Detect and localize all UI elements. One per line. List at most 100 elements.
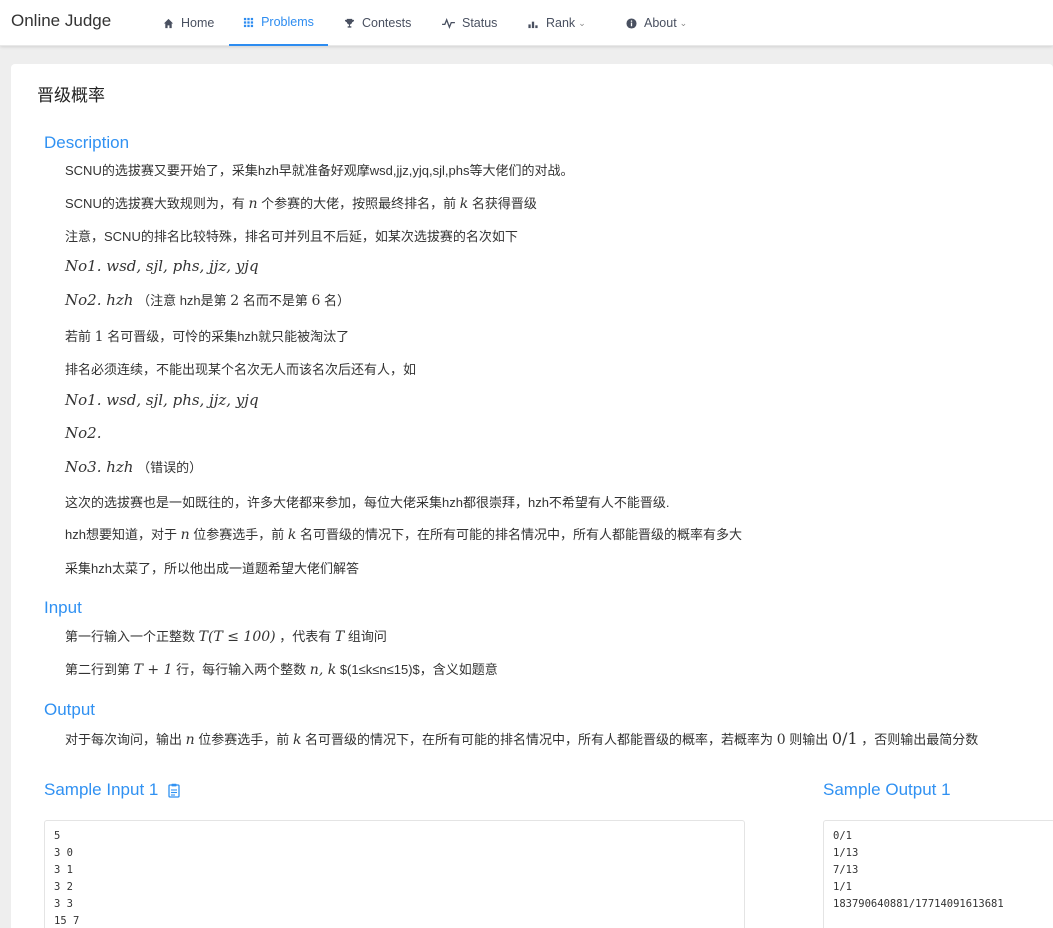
nav-rank[interactable]: Rank ⌄ <box>527 0 586 46</box>
pulse-icon <box>442 17 455 29</box>
sample-output-title: Sample Output 1 <box>823 780 951 799</box>
math-expr: 0/1 <box>831 729 858 748</box>
text-span: 名可晋级，可怜的采集hzh就只能被淘汰了 <box>107 329 350 344</box>
description-paragraph: 这次的选拔赛也是一如既往的，许多大佬都来参加，每位大佬采集hzh都很崇拜，hzh… <box>65 495 670 510</box>
home-icon <box>163 18 174 28</box>
sample-line: 3 0 <box>54 847 73 859</box>
text-span: 行，每行输入两个整数 <box>176 662 307 677</box>
info-icon <box>626 17 637 29</box>
text-span: （错误的） <box>137 460 203 475</box>
nav-contests[interactable]: Contests <box>344 0 411 46</box>
description-paragraph: No2. hzh （注意 hzh是第 2 名而不是第 6 名） <box>65 290 350 309</box>
text-span: 名而不是第 <box>242 293 308 308</box>
math-line: No2. <box>65 424 102 442</box>
nav-home-label: Home <box>181 16 215 30</box>
chevron-down-icon: ⌄ <box>578 17 586 28</box>
problem-title: 晋级概率 <box>37 86 105 105</box>
bar-chart-icon <box>528 21 538 28</box>
description-paragraph: 采集hzh太菜了，所以他出成一道题希望大佬们解答 <box>65 561 359 576</box>
text-span: 名可晋级的情况下，在所有可能的排名情况中，所有人都能晋级的概率有多大 <box>300 527 743 542</box>
math-num: 2 <box>230 293 240 309</box>
input-heading: Input <box>44 598 82 617</box>
description-heading: Description <box>44 133 130 152</box>
sample-line: 3 2 <box>54 881 73 893</box>
math-line: No2. hzh <box>65 291 134 309</box>
nav-status-label: Status <box>462 16 498 30</box>
text-span: SCNU的选拔赛大致规则为，有 <box>65 196 245 211</box>
text-span: ，否则输出最简分数 <box>861 732 979 747</box>
math-expr: n, k <box>309 662 337 678</box>
trophy-icon <box>344 18 355 28</box>
math-var: T <box>334 629 345 645</box>
sample-line: 5 <box>54 830 61 842</box>
description-paragraph: No3. hzh （错误的） <box>65 457 202 476</box>
math-expr: T + 1 <box>133 662 173 678</box>
text-span: 若前 <box>65 329 92 344</box>
sample-output-heading: Sample Output 1 <box>823 780 951 800</box>
sample-input-heading: Sample Input 1 <box>44 780 181 800</box>
description-paragraph: 注意，SCNU的排名比较特殊，排名可并列且不后延，如某次选拔赛的名次如下 <box>65 229 518 244</box>
text-span: ，代表有 <box>279 629 332 644</box>
clipboard-icon[interactable] <box>168 783 181 798</box>
text-span: 名获得晋级 <box>471 196 537 211</box>
text-span: 第一行输入一个正整数 <box>65 629 196 644</box>
nav-problems[interactable]: Problems <box>229 0 328 46</box>
sample-line: 183790640881/17714091613681 <box>833 898 1004 910</box>
text-span: hzh想要知道，对于 <box>65 527 177 542</box>
description-paragraph: SCNU的选拔赛又要开始了，采集hzh早就准备好观摩wsd,jjz,yjq,sj… <box>65 163 574 178</box>
text-span: 名可晋级的情况下，在所有可能的排名情况中，所有人都能晋级的概率，若概率为 <box>305 732 774 747</box>
text-span: 个参赛的大佬，按照最终排名，前 <box>261 196 457 211</box>
math-line: No1. wsd, sjl, phs, jjz, yjq <box>65 257 259 275</box>
chevron-down-icon: ⌄ <box>679 17 688 28</box>
site-logo[interactable]: Online Judge <box>11 11 111 31</box>
sample-line: 15 7 <box>54 915 80 927</box>
top-navbar: Online Judge Home Problems Contests Stat… <box>0 0 1053 46</box>
sample-line: 0/1 <box>833 830 852 842</box>
description-paragraph: 若前 1 名可晋级，可怜的采集hzh就只能被淘汰了 <box>65 326 349 345</box>
math-line: No3. hzh <box>65 458 134 476</box>
math-num: 6 <box>311 293 321 309</box>
math-var: n <box>248 196 258 212</box>
output-heading: Output <box>44 700 96 719</box>
sample-input-box[interactable]: 5 3 0 3 1 3 2 3 3 15 7 <box>44 820 745 928</box>
nav-about-label: About <box>644 16 677 30</box>
text-span: 组询问 <box>347 629 387 644</box>
text-span: 位参赛选手，前 <box>193 527 285 542</box>
nav-home[interactable]: Home <box>163 0 214 46</box>
problem-card: 晋级概率 Description SCNU的选拔赛又要开始了，采集hzh早就准备… <box>11 64 1053 928</box>
text-span: 对于每次询问，输出 <box>65 732 183 747</box>
sample-output-box[interactable]: 0/1 1/13 7/13 1/1 183790640881/177140916… <box>823 820 1053 928</box>
nav-contests-label: Contests <box>362 16 412 30</box>
output-paragraph: 对于每次询问，输出 n 位参赛选手，前 k 名可晋级的情况下，在所有可能的排名情… <box>65 729 978 748</box>
math-num: 0 <box>776 732 786 748</box>
nav-rank-label: Rank <box>546 16 576 30</box>
description-paragraph: 排名必须连续，不能出现某个名次无人而该名次后还有人，如 <box>65 362 417 377</box>
description-paragraph: SCNU的选拔赛大致规则为，有 n 个参赛的大佬，按照最终排名，前 k 名获得晋… <box>65 193 537 212</box>
nav-status[interactable]: Status <box>442 0 497 46</box>
input-paragraph: 第一行输入一个正整数 T(T ≤ 100) ，代表有 T 组询问 <box>65 626 387 645</box>
math-var: n <box>185 732 195 748</box>
input-paragraph: 第二行到第 T + 1 行，每行输入两个整数 n, k $(1≤k≤n≤15)$… <box>65 659 498 678</box>
text-span: $(1≤k≤n≤15)$，含义如题意 <box>339 662 498 677</box>
math-var: k <box>459 196 469 212</box>
sample-line: 3 3 <box>54 898 73 910</box>
nav-about[interactable]: About ⌄ <box>626 0 687 46</box>
sample-line: 1/1 <box>833 881 852 893</box>
math-var: k <box>292 732 302 748</box>
text-span: 名） <box>324 293 351 308</box>
description-paragraph: hzh想要知道，对于 n 位参赛选手，前 k 名可晋级的情况下，在所有可能的排名… <box>65 524 742 543</box>
grid-icon <box>244 17 254 27</box>
sample-line: 3 1 <box>54 864 73 876</box>
math-line: No1. wsd, sjl, phs, jjz, yjq <box>65 391 259 409</box>
text-span: 位参赛选手，前 <box>198 732 290 747</box>
text-span: （注意 hzh是第 <box>137 293 227 308</box>
text-span: 则输出 <box>789 732 829 747</box>
sample-input-title: Sample Input 1 <box>44 780 159 799</box>
math-var: k <box>287 527 297 543</box>
text-span: 第二行到第 <box>65 662 131 677</box>
math-expr: T(T ≤ 100) <box>198 629 276 645</box>
sample-line: 1/13 <box>833 847 859 859</box>
math-var: n <box>180 527 190 543</box>
math-num: 1 <box>94 329 104 345</box>
sample-line: 7/13 <box>833 864 859 876</box>
